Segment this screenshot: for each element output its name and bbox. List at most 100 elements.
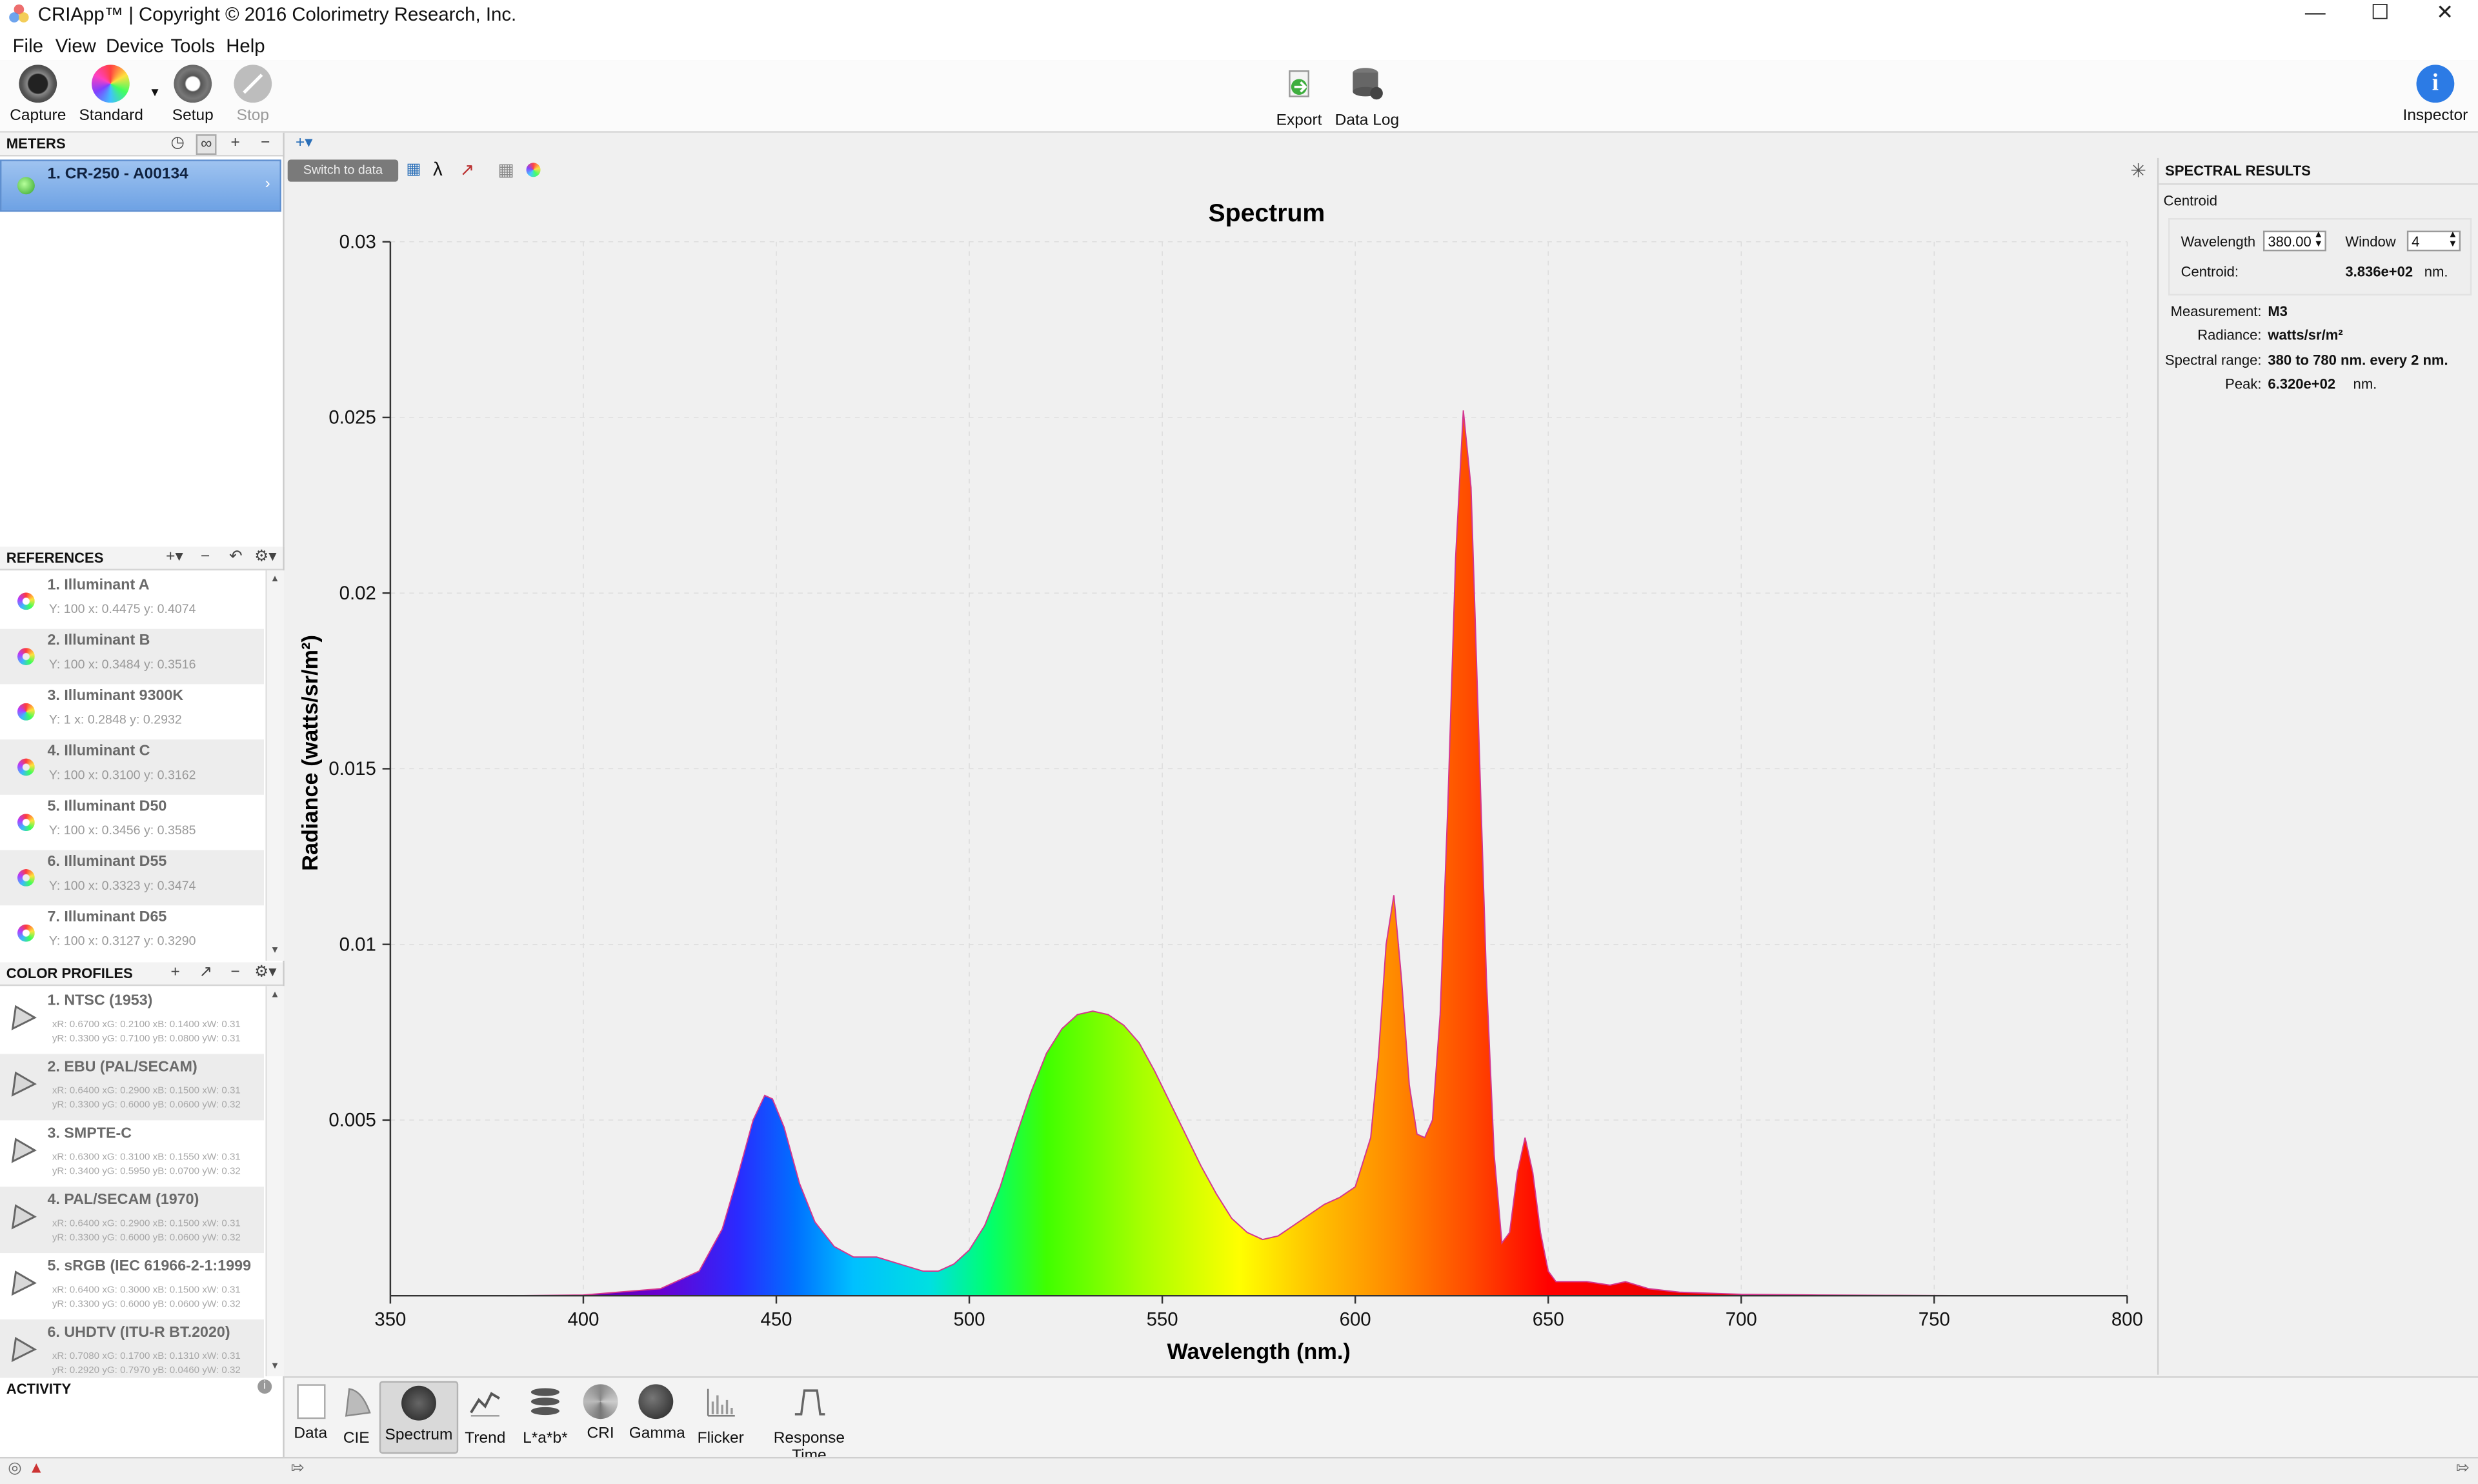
chevron-right-icon[interactable]: ›	[265, 175, 270, 193]
reference-item[interactable]: 2. Illuminant B Y: 100 x: 0.3484 y: 0.351…	[0, 628, 264, 685]
expand-icon[interactable]: ↗	[199, 964, 213, 981]
add-tab-button[interactable]: +▾	[296, 134, 313, 152]
nav-response-time[interactable]: Response Time	[759, 1384, 860, 1465]
setup-button[interactable]: Setup	[168, 65, 218, 125]
close-button[interactable]: ✕	[2413, 0, 2477, 30]
reference-values: Y: 100 x: 0.3484 y: 0.3516	[48, 657, 196, 672]
menu-help[interactable]: Help	[226, 35, 265, 57]
spinner-arrows-icon[interactable]: ▲ ▼	[2313, 231, 2323, 250]
profile-x-values: xR: 0.7080 xG: 0.1700 xB: 0.1310 xW: 0.3…	[52, 1350, 241, 1363]
gear-icon[interactable]: ⚙▾	[254, 548, 276, 566]
grid-icon[interactable]: ▦	[498, 159, 514, 180]
reference-item[interactable]: 4. Illuminant C Y: 100 x: 0.3100 y: 0.316…	[0, 739, 264, 795]
minimize-button[interactable]: —	[2284, 0, 2347, 30]
scroll-up-icon[interactable]: ▲	[270, 575, 280, 585]
nav-gamma[interactable]: Gamma	[629, 1384, 685, 1443]
nav-cri[interactable]: CRI	[581, 1384, 620, 1443]
scroll-up-icon[interactable]: ▲	[270, 991, 280, 1001]
peak-unit: nm.	[2353, 376, 2377, 392]
standard-button[interactable]: Standard	[79, 65, 143, 125]
color-ring-icon	[17, 648, 35, 666]
reference-item[interactable]: 6. Illuminant D55 Y: 100 x: 0.3323 y: 0.3…	[0, 850, 264, 906]
profiles-scrollbar[interactable]: ▲ ▼	[265, 986, 285, 1377]
profile-name: 6. UHDTV (ITU-R BT.2020)	[47, 1324, 230, 1342]
spectral-results-panel: SPECTRAL RESULTS Centroid Wavelength 380…	[2157, 157, 2478, 1375]
trend-icon	[470, 1392, 500, 1417]
standard-dropdown-icon[interactable]: ▾	[145, 84, 164, 101]
app-logo-icon	[9, 4, 29, 23]
nav-lab[interactable]: L*a*b*	[518, 1384, 572, 1447]
reference-values: Y: 100 x: 0.3100 y: 0.3162	[48, 768, 196, 783]
standard-label: Standard	[79, 107, 143, 125]
add-profile-button[interactable]: +	[170, 964, 179, 981]
warning-icon[interactable]: ▲	[28, 1460, 44, 1478]
line-chart-icon[interactable]: ↗	[460, 159, 475, 180]
meters-title: METERS	[6, 135, 66, 152]
wavelength-input[interactable]: 380.00 ▲ ▼	[2262, 230, 2326, 252]
export-button[interactable]: Export	[1271, 65, 1327, 130]
nav-cie[interactable]: CIE	[337, 1384, 376, 1447]
add-reference-button[interactable]: +▾	[166, 548, 183, 566]
color-profile-item[interactable]: 4. PAL/SECAM (1970) xR: 0.6400 xG: 0.2900…	[0, 1187, 264, 1254]
color-profile-item[interactable]: 2. EBU (PAL/SECAM) xR: 0.6400 xG: 0.2900 …	[0, 1054, 264, 1121]
profile-x-values: xR: 0.6400 xG: 0.3000 xB: 0.1500 xW: 0.3…	[52, 1285, 241, 1296]
data-log-button[interactable]: Data Log	[1334, 65, 1400, 130]
activity-panel: ACTIVITY i	[0, 1378, 285, 1457]
reference-values: Y: 100 x: 0.3456 y: 0.3585	[48, 823, 196, 837]
meter-item[interactable]: 1. CR-250 - A00134 ›	[0, 159, 281, 212]
export-log-icon[interactable]: ⇰	[291, 1460, 305, 1478]
info-icon[interactable]: i	[257, 1379, 272, 1394]
reference-item[interactable]: 5. Illuminant D50 Y: 100 x: 0.3456 y: 0.3…	[0, 795, 264, 850]
collapse-icon[interactable]: ⇰	[2456, 1460, 2470, 1478]
link-icon[interactable]: ∞	[196, 134, 217, 155]
add-meter-button[interactable]: +	[231, 134, 240, 152]
menu-device[interactable]: Device	[106, 35, 164, 57]
lightbulb-icon[interactable]: ◎	[8, 1460, 21, 1478]
capture-button[interactable]: Capture	[10, 65, 66, 125]
data-log-label: Data Log	[1335, 112, 1400, 130]
maximize-button[interactable]: ☐	[2348, 0, 2412, 30]
switch-to-data-button[interactable]: Switch to data	[287, 159, 399, 182]
asterisk-icon[interactable]: ✳	[2130, 159, 2146, 181]
wavelength-label: Wavelength	[2181, 234, 2256, 250]
reference-item[interactable]: 7. Illuminant D65 Y: 100 x: 0.3127 y: 0.3…	[0, 905, 264, 961]
app-window: CRIApp™ | Copyright © 2016 Colorimetry R…	[0, 0, 2478, 1484]
spinner-arrows-icon[interactable]: ▲ ▼	[2448, 231, 2458, 250]
remove-reference-button[interactable]: −	[201, 548, 210, 566]
color-profile-item[interactable]: 5. sRGB (IEC 61966-2-1:1999 xR: 0.6400 xG…	[0, 1253, 264, 1319]
nav-flicker[interactable]: Flicker	[696, 1384, 746, 1447]
menu-file[interactable]: File	[13, 35, 43, 57]
inspector-button[interactable]: i Inspector	[2402, 65, 2468, 125]
remove-meter-button[interactable]: −	[261, 134, 270, 152]
undo-icon[interactable]: ↶	[229, 548, 243, 566]
inspector-label: Inspector	[2402, 107, 2468, 125]
color-profile-item[interactable]: 1. NTSC (1953) xR: 0.6700 xG: 0.2100 xB: …	[0, 988, 264, 1054]
profile-y-values: yR: 0.2920 yG: 0.7970 yB: 0.0460 yW: 0.3…	[52, 1365, 241, 1377]
color-profile-item[interactable]: 3. SMPTE-C xR: 0.6300 xG: 0.3100 xB: 0.15…	[0, 1120, 264, 1187]
x-tick-label: 650	[1533, 1309, 1564, 1330]
window-input[interactable]: 4 ▲ ▼	[2406, 230, 2461, 252]
remove-profile-button[interactable]: −	[231, 964, 240, 981]
y-tick-label: 0.005	[328, 1110, 376, 1131]
color-wheel-icon	[92, 65, 130, 103]
gear-icon[interactable]: ⚙▾	[254, 964, 276, 981]
menu-tools[interactable]: Tools	[170, 35, 215, 57]
cri-icon	[583, 1384, 618, 1419]
references-scrollbar[interactable]: ▲ ▼	[265, 570, 285, 961]
measurement-value: M3	[2268, 303, 2288, 319]
nav-spectrum[interactable]: Spectrum	[379, 1381, 459, 1454]
lambda-icon[interactable]: λ	[433, 158, 443, 180]
stop-button[interactable]: Stop	[228, 65, 278, 125]
nav-trend[interactable]: Trend	[465, 1384, 506, 1447]
table-icon[interactable]: ▦	[406, 161, 421, 179]
color-wheel-icon[interactable]	[526, 163, 541, 177]
scroll-down-icon[interactable]: ▼	[270, 1362, 280, 1372]
menu-view[interactable]: View	[55, 35, 96, 57]
reference-item[interactable]: 1. Illuminant A Y: 100 x: 0.4475 y: 0.407…	[0, 574, 264, 629]
clock-icon[interactable]: ◷	[170, 134, 184, 152]
nav-data[interactable]: Data	[291, 1384, 330, 1443]
reference-item[interactable]: 3. Illuminant 9300K Y: 1 x: 0.2848 y: 0.2…	[0, 684, 264, 739]
profile-name: 4. PAL/SECAM (1970)	[47, 1191, 199, 1209]
scroll-down-icon[interactable]: ▼	[270, 947, 280, 956]
color-profile-item[interactable]: 6. UHDTV (ITU-R BT.2020) xR: 0.7080 xG: 0…	[0, 1319, 264, 1386]
